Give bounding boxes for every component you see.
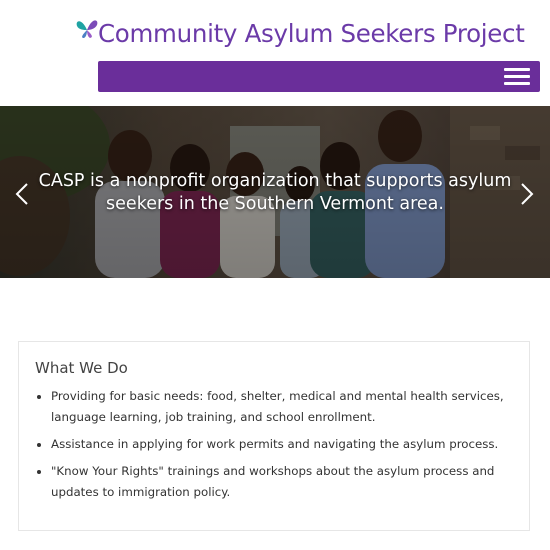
list-item: Assistance in applying for work permits … bbox=[51, 434, 521, 455]
butterfly-icon[interactable] bbox=[73, 14, 101, 42]
chevron-left-icon[interactable] bbox=[14, 182, 30, 206]
chevron-right-icon[interactable] bbox=[519, 182, 535, 206]
list-item: Providing for basic needs: food, shelter… bbox=[51, 386, 521, 428]
hamburger-menu-icon[interactable] bbox=[504, 68, 530, 85]
list-item: "Know Your Rights" trainings and worksho… bbox=[51, 461, 521, 503]
hero-caption: CASP is a nonprofit organization that su… bbox=[38, 171, 512, 214]
site-header: Community Asylum Seekers Project bbox=[0, 0, 550, 92]
section-title: What We Do bbox=[35, 359, 128, 377]
hero-carousel: CASP is a nonprofit organization that su… bbox=[0, 106, 550, 278]
site-title[interactable]: Community Asylum Seekers Project bbox=[98, 17, 525, 51]
what-we-do-card: What We Do Providing for basic needs: fo… bbox=[18, 341, 530, 531]
nav-bar bbox=[98, 61, 540, 92]
services-list: Providing for basic needs: food, shelter… bbox=[35, 386, 521, 509]
